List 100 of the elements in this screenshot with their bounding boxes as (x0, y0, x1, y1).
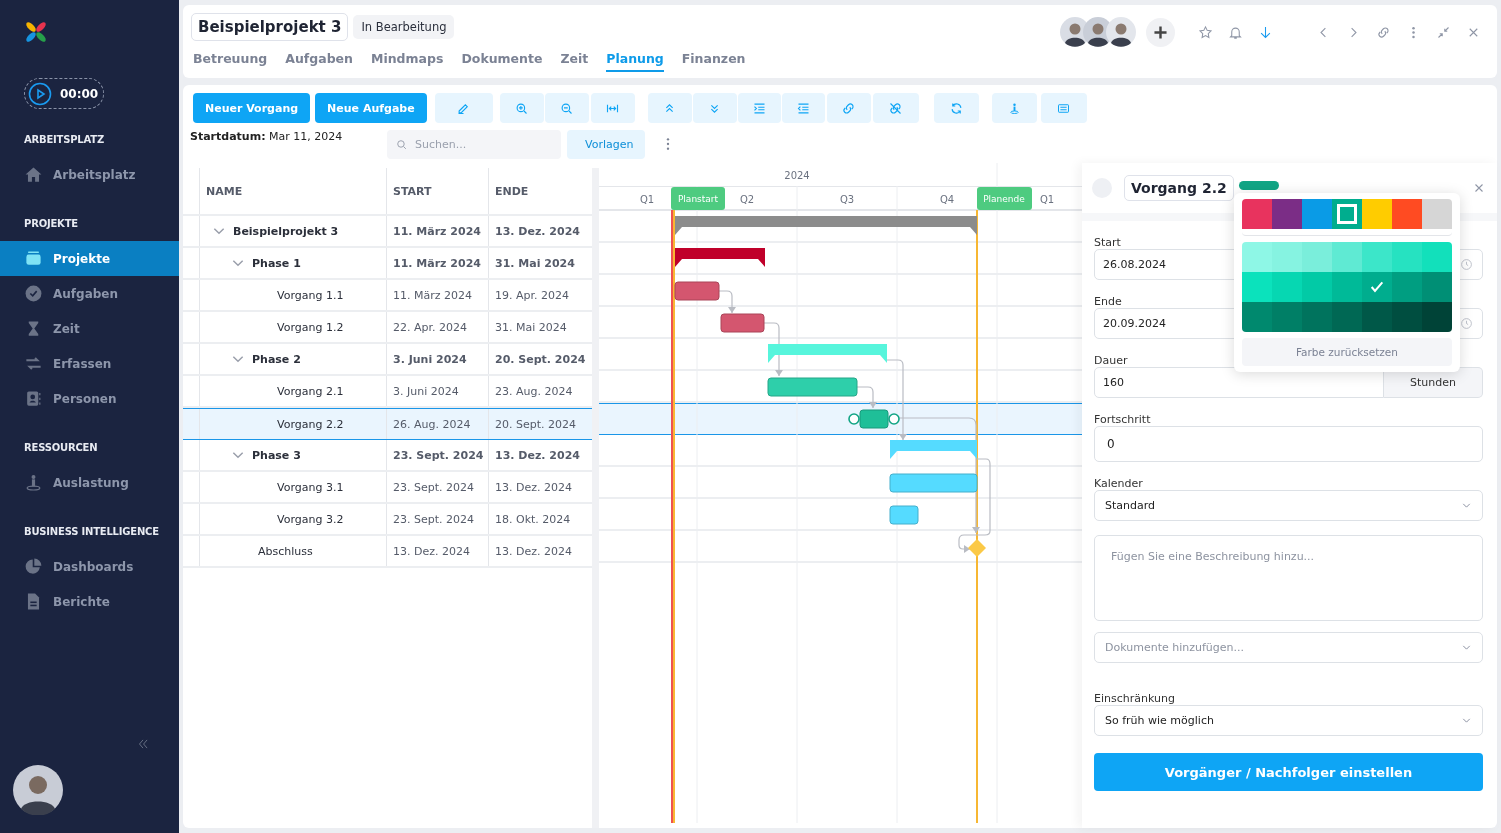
edit-button[interactable] (434, 93, 493, 123)
shade-swatch[interactable] (1422, 302, 1452, 332)
tab[interactable]: Finanzen (681, 50, 746, 72)
milestone-diamond[interactable] (968, 539, 986, 557)
shade-swatch[interactable] (1302, 272, 1332, 302)
table-row[interactable]: Vorgang 3.1 23. Sept. 2024 13. Dez. 2024 (183, 472, 592, 504)
description-field[interactable]: Fügen Sie eine Beschreibung hinzu... (1094, 535, 1483, 621)
drag-handle[interactable] (848, 413, 860, 425)
link-button[interactable] (826, 93, 871, 123)
search-icon (395, 138, 408, 151)
color-swatch[interactable] (1362, 199, 1392, 229)
shade-swatch[interactable] (1332, 302, 1362, 332)
color-swatch[interactable] (1272, 199, 1302, 229)
shade-swatch[interactable] (1332, 272, 1362, 302)
color-swatch[interactable] (1302, 199, 1332, 229)
color-swatch[interactable] (1238, 180, 1279, 190)
shade-swatch[interactable] (1272, 302, 1302, 332)
expand-down-button[interactable] (692, 93, 737, 123)
color-swatch[interactable] (1392, 199, 1422, 229)
shade-swatch[interactable] (1272, 242, 1302, 272)
indent-button[interactable] (737, 93, 781, 123)
progress-field[interactable]: 0 (1094, 426, 1483, 462)
add-member-button[interactable] (1146, 17, 1175, 47)
sidebar-item[interactable]: Zeit (0, 311, 179, 346)
duration-field[interactable]: 160 (1094, 367, 1384, 398)
task-name: Vorgang 2.1 (277, 384, 344, 398)
shade-swatch[interactable] (1332, 242, 1362, 272)
summary-bar[interactable] (675, 248, 765, 267)
tab[interactable]: Betreuung (193, 50, 268, 72)
shade-swatch[interactable] (1242, 272, 1272, 302)
refresh-button[interactable] (933, 93, 979, 123)
table-row[interactable]: Phase 2 3. Juni 2024 20. Sept. 2024 (183, 344, 592, 376)
sidebar-item[interactable]: Erfassen (0, 346, 179, 381)
table-row[interactable]: Beispielprojekt 3 11. März 2024 13. Dez. 2024 (183, 216, 592, 248)
sidebar-item[interactable]: Dashboards (0, 549, 179, 584)
task-title[interactable]: Vorgang 2.2 (1124, 175, 1234, 201)
dropdown[interactable]: So früh wie möglich (1094, 705, 1483, 736)
table-row[interactable]: Abschluss 13. Dez. 2024 13. Dez. 2024 (183, 536, 592, 568)
tab[interactable]: Dokumente (461, 50, 543, 72)
color-swatch[interactable] (1242, 199, 1272, 229)
unlink-button[interactable] (872, 93, 919, 123)
fit-width-button[interactable] (590, 93, 635, 123)
sidebar-item[interactable]: Aufgaben (0, 276, 179, 311)
task-bar[interactable] (674, 281, 720, 301)
sidebar-item[interactable]: Auslastung (0, 465, 179, 500)
tab[interactable]: Aufgaben (285, 50, 353, 72)
clock-icon (1460, 317, 1473, 330)
shade-swatch[interactable] (1422, 242, 1452, 272)
table-row[interactable]: Phase 3 23. Sept. 2024 13. Dez. 2024 (183, 440, 592, 472)
task-bar[interactable] (859, 409, 889, 429)
person-pin-button[interactable] (991, 93, 1037, 123)
table-row[interactable]: Phase 1 11. März 2024 31. Mai 2024 (183, 248, 592, 280)
project-title[interactable]: Beispielprojekt 3 (191, 13, 349, 41)
zoom-out-button[interactable] (544, 93, 589, 123)
shade-swatch[interactable] (1302, 302, 1332, 332)
link-icon (1376, 24, 1391, 40)
table-row[interactable]: Vorgang 1.1 11. März 2024 19. Apr. 2024 (183, 280, 592, 312)
quarter-label: Q1 (639, 194, 655, 205)
sidebar-item[interactable]: Berichte (0, 584, 179, 619)
close-icon (1473, 182, 1485, 194)
column-header[interactable]: START (393, 184, 432, 198)
sidebar-item[interactable]: Arbeitsplatz (0, 157, 179, 192)
table-row[interactable]: Vorgang 3.2 23. Sept. 2024 18. Okt. 2024 (183, 504, 592, 536)
tab[interactable]: Mindmaps (371, 50, 444, 72)
color-swatch[interactable] (1422, 199, 1452, 229)
tab[interactable]: Zeit (560, 50, 589, 72)
summary-bar[interactable] (675, 216, 977, 235)
column-header[interactable]: ENDE (495, 184, 529, 198)
dropdown[interactable]: Dokumente hinzufügen... (1094, 632, 1483, 663)
task-name: Vorgang 3.2 (277, 512, 344, 526)
table-row[interactable]: Vorgang 1.2 22. Apr. 2024 31. Mai 2024 (183, 312, 592, 344)
table-row[interactable]: Vorgang 2.2 26. Aug. 2024 20. Sept. 2024 (183, 408, 592, 440)
zoom-in-button[interactable] (499, 93, 544, 123)
quarter-label: Q4 (939, 194, 955, 205)
shade-swatch[interactable] (1392, 242, 1422, 272)
reset-color-button[interactable]: Farbe zurücksetzen (1242, 338, 1452, 366)
start-date: 23. Sept. 2024 (393, 448, 484, 462)
drag-handle[interactable] (888, 413, 900, 425)
shade-swatch[interactable] (1422, 272, 1452, 302)
dropdown[interactable]: Standard (1094, 490, 1483, 521)
shade-swatch[interactable] (1362, 242, 1392, 272)
shade-swatch[interactable] (1392, 272, 1422, 302)
shade-swatch[interactable] (1302, 242, 1332, 272)
search-field[interactable]: Suchen... (387, 130, 561, 159)
task-bar[interactable] (889, 505, 919, 525)
color-swatch[interactable] (1332, 199, 1362, 229)
shade-swatch[interactable] (1392, 302, 1422, 332)
outdent-button[interactable] (781, 93, 825, 123)
shade-swatch[interactable] (1362, 272, 1392, 302)
shade-swatch[interactable] (1362, 302, 1392, 332)
column-header[interactable]: NAME (206, 184, 243, 198)
task-bar[interactable] (720, 313, 765, 333)
collapse-up-button[interactable] (647, 93, 692, 123)
end-date: 13. Dez. 2024 (495, 480, 572, 494)
shade-swatch[interactable] (1272, 272, 1302, 302)
list-button[interactable] (1040, 93, 1087, 123)
shade-swatch[interactable] (1242, 242, 1272, 272)
sidebar-item[interactable]: Personen (0, 381, 179, 416)
sidebar-item[interactable]: Projekte (0, 241, 179, 276)
shade-swatch[interactable] (1242, 302, 1272, 332)
